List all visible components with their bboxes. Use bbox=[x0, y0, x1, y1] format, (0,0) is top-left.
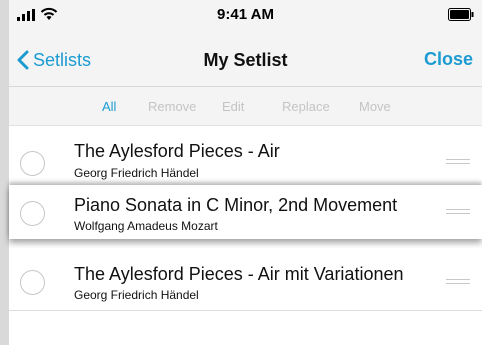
edit-mode-bar: All Remove Edit Replace Move bbox=[9, 87, 482, 126]
segment-all[interactable]: All bbox=[102, 99, 116, 114]
radio-circle-icon[interactable] bbox=[20, 201, 45, 226]
segment-edit[interactable]: Edit bbox=[222, 99, 244, 114]
item-composer: Georg Friedrich Händel bbox=[74, 288, 199, 302]
setlist-screen: 9:41 AM Setlists My Setlist Close All Re… bbox=[9, 0, 482, 345]
item-title: The Aylesford Pieces - Air mit Variation… bbox=[74, 264, 404, 284]
status-time: 9:41 AM bbox=[217, 6, 274, 23]
drag-handle-icon[interactable] bbox=[446, 159, 470, 167]
chevron-left-icon bbox=[17, 50, 29, 70]
list-item[interactable]: Piano Sonata in C Minor, 2nd Movement Wo… bbox=[9, 185, 482, 239]
drag-handle-icon[interactable] bbox=[446, 209, 470, 217]
radio-circle-icon[interactable] bbox=[20, 151, 45, 176]
list-item[interactable]: The Aylesford Pieces - Air mit Variation… bbox=[9, 248, 482, 311]
segment-replace[interactable]: Replace bbox=[282, 99, 330, 114]
battery-icon bbox=[448, 8, 474, 21]
close-button[interactable]: Close bbox=[424, 49, 473, 70]
segment-remove[interactable]: Remove bbox=[148, 99, 196, 114]
item-composer: Georg Friedrich Händel bbox=[74, 166, 199, 180]
drag-handle-icon[interactable] bbox=[446, 279, 470, 287]
back-button[interactable]: Setlists bbox=[17, 46, 91, 74]
list-item[interactable]: The Aylesford Pieces - Air Georg Friedri… bbox=[9, 134, 482, 182]
item-composer: Wolfgang Amadeus Mozart bbox=[74, 219, 218, 233]
item-title: Piano Sonata in C Minor, 2nd Movement bbox=[74, 195, 398, 215]
setlist-list: The Aylesford Pieces - Air Georg Friedri… bbox=[9, 126, 482, 345]
item-title: The Aylesford Pieces - Air bbox=[74, 141, 280, 161]
segment-move[interactable]: Move bbox=[359, 99, 391, 114]
back-button-label: Setlists bbox=[33, 49, 92, 70]
status-bar: 9:41 AM bbox=[9, 0, 482, 34]
navigation-bar: Setlists My Setlist Close bbox=[9, 34, 482, 87]
radio-circle-icon[interactable] bbox=[20, 270, 45, 295]
